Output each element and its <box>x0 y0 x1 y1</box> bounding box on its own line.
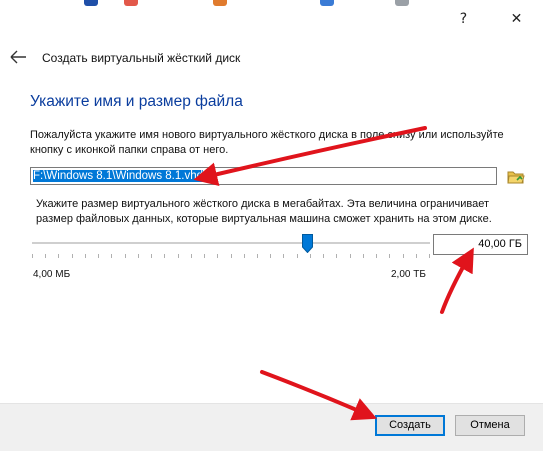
create-virtual-disk-dialog: ? ✕ Создать виртуальный жёсткий диск Ука… <box>0 0 543 451</box>
slider-tick <box>191 254 192 258</box>
slider-tick <box>138 254 139 258</box>
choose-folder-button[interactable] <box>507 168 525 185</box>
slider-tick <box>231 254 232 258</box>
slider-tick <box>270 254 271 258</box>
slider-tick <box>85 254 86 258</box>
create-button[interactable]: Создать <box>375 415 445 436</box>
slider-tick <box>389 254 390 258</box>
slider-tick <box>58 254 59 258</box>
slider-tick <box>416 254 417 258</box>
folder-icon <box>507 171 525 184</box>
dialog-footer: Создать Отмена <box>0 403 543 451</box>
slider-tick <box>217 254 218 258</box>
app-icon <box>84 0 98 6</box>
slider-tick <box>125 254 126 258</box>
annotation-arrow <box>440 247 474 314</box>
file-path-text: F:\Windows 8.1\Windows 8.1.vhd <box>33 170 204 182</box>
slider-tick <box>350 254 351 258</box>
back-arrow-icon <box>10 50 26 64</box>
title-bar-buttons: ? ✕ <box>437 0 543 38</box>
slider-tick <box>257 254 258 258</box>
slider-tick <box>45 254 46 258</box>
disk-size-input[interactable]: 40,00 ГБ <box>433 234 528 255</box>
app-icon <box>395 0 409 6</box>
slider-tick <box>72 254 73 258</box>
slider-tick <box>164 254 165 258</box>
slider-tick <box>32 254 33 258</box>
slider-tick <box>336 254 337 258</box>
slider-tick <box>310 254 311 258</box>
app-icon <box>320 0 334 6</box>
slider-tick <box>429 254 430 258</box>
slider-tick <box>403 254 404 258</box>
disk-size-slider[interactable] <box>32 234 430 260</box>
slider-tick <box>283 254 284 258</box>
disk-size-description: Укажите размер виртуального жёсткого дис… <box>36 198 492 225</box>
help-button[interactable]: ? <box>437 0 490 38</box>
slider-track <box>32 242 430 244</box>
slider-thumb[interactable] <box>301 234 313 254</box>
section-title: Укажите имя и размер файла <box>30 93 243 110</box>
slider-max-label: 2,00 ТБ <box>391 269 426 280</box>
slider-tick <box>111 254 112 258</box>
cancel-button[interactable]: Отмена <box>455 415 525 436</box>
slider-tick <box>376 254 377 258</box>
app-icon <box>213 0 227 6</box>
file-path-input[interactable]: F:\Windows 8.1\Windows 8.1.vhd <box>30 167 497 185</box>
dialog-title: Создать виртуальный жёсткий диск <box>42 51 241 65</box>
slider-tick <box>244 254 245 258</box>
app-icon <box>124 0 138 6</box>
file-location-description: Пожалуйста укажите имя нового виртуально… <box>30 129 504 156</box>
close-button[interactable]: ✕ <box>490 0 543 38</box>
dialog-header: Создать виртуальный жёсткий диск <box>0 38 543 80</box>
back-button[interactable] <box>9 49 29 65</box>
slider-tick <box>151 254 152 258</box>
slider-tick <box>323 254 324 258</box>
slider-tick <box>204 254 205 258</box>
background-taskbar-strip <box>0 0 440 8</box>
slider-tick <box>98 254 99 258</box>
slider-tick <box>363 254 364 258</box>
slider-tick <box>178 254 179 258</box>
slider-min-label: 4,00 МБ <box>33 269 71 280</box>
slider-tick <box>297 254 298 258</box>
